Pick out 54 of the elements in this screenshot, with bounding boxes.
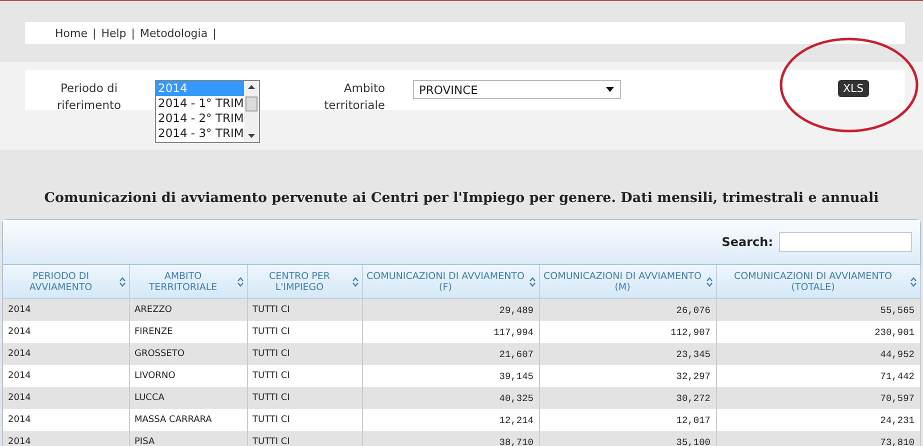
table-cell: GROSSETO [129,343,247,365]
table-cell: TUTTI CI [247,431,362,446]
table-cell: 29,489 [362,298,539,321]
sort-icon [528,277,536,287]
list-option[interactable]: 2014 - 2° TRIM [156,111,244,126]
field-label: Periodo di riferimento [56,80,122,114]
sort-icon [236,277,244,287]
period-listbox[interactable]: 2014 2014 - 1° TRIM 2014 - 2° TRIM 2014 - 3° TRIM [155,80,260,143]
table-cell: TUTTI CI [247,343,362,365]
field-label: Ambito territoriale [323,80,385,114]
sort-icon [352,277,358,287]
nav-link[interactable]: Metodologia [140,26,208,40]
sort-icon [706,277,712,287]
search-label: Search: [722,235,773,249]
column-header[interactable]: COMUNICAZIONI DI AVVIAMENTO (M) [539,265,716,298]
table-cell: 35,100 [539,431,716,446]
separator: | [92,26,96,40]
list-option[interactable]: 2014 - 1° TRIM [156,96,244,111]
table-cell: 55,565 [716,298,920,321]
list-option[interactable]: 2014 - 3° TRIM [156,126,244,141]
column-header[interactable]: PERIODO DI AVVIAMENTO [3,265,129,298]
column-header[interactable]: COMUNICAZIONI DI AVVIAMENTO (F) [362,265,539,298]
table-cell: 2014 [3,343,129,365]
table-cell: TUTTI CI [247,387,362,409]
scope-dropdown[interactable]: PROVINCE [413,80,621,99]
table-cell: 40,325 [362,387,539,409]
table-cell: 2014 [3,298,129,321]
table-cell: LUCCA [129,387,247,409]
separator: | [131,26,135,40]
table-cell: TUTTI CI [247,298,362,321]
page-title: Comunicazioni di avviamento pervenute ai Centri per l'Impiego per genere. Dati mensili, trimestrali e annuali [43,190,880,206]
sort-icon [118,277,126,287]
table-cell: 2014 [3,387,129,409]
table-cell: 2014 [3,431,129,446]
table-cell: 70,597 [716,387,920,409]
table-cell: AREZZO [129,298,247,321]
column-header[interactable]: AMBITO TERRITORIALE [129,265,247,298]
search-field[interactable] [779,232,912,252]
column-header[interactable]: CENTRO PER L'IMPIEGO [247,265,362,298]
sort-icon [910,277,916,287]
table-cell: 21,607 [362,343,539,365]
caret-icon [606,87,614,92]
nav-link[interactable]: Help [101,26,126,40]
xls-export-button[interactable]: XLS [838,80,869,97]
table-cell: 30,272 [539,387,716,409]
nav-link[interactable]: Home [55,26,88,40]
table-cell: 26,076 [539,298,716,321]
table-cell: 73,810 [716,431,920,446]
table-cell: 38,710 [362,431,539,446]
separator: | [212,26,216,40]
column-header[interactable]: COMUNICAZIONI DI AVVIAMENTO (TOTALE) [716,265,920,298]
table-cell: 23,345 [539,343,716,365]
table-cell: PISA [129,431,247,446]
table-cell: 44,952 [716,343,920,365]
